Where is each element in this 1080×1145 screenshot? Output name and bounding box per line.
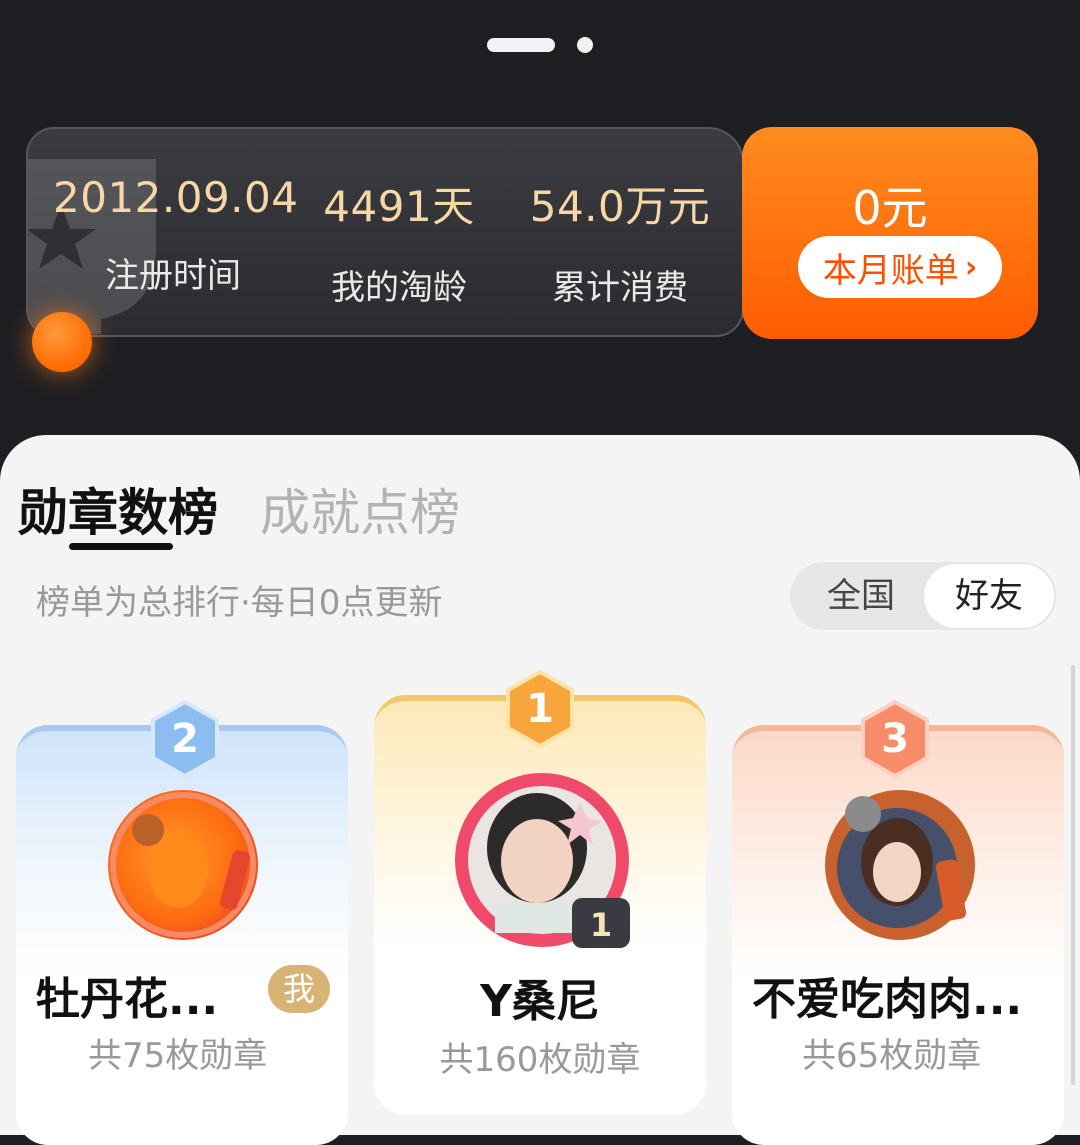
active-tab-indicator	[69, 543, 173, 550]
bill-amount: 0元	[852, 181, 928, 235]
scope-option-friends[interactable]: 好友	[924, 564, 1054, 628]
stat-value: 2012.09.04	[53, 173, 299, 222]
rank-2-count: 共75枚勋章	[88, 1036, 268, 1076]
rank-3-hex-badge: 3	[860, 699, 930, 779]
monthly-bill-button[interactable]: 本月账单 ›	[798, 236, 1002, 298]
page-indicator-active	[487, 38, 555, 52]
avatar[interactable]	[825, 790, 975, 940]
stat-label: 累计消费	[552, 268, 688, 308]
stat-value: 54.0万元	[529, 182, 711, 231]
avatar-frame-icon	[110, 792, 256, 938]
stat-register-date: 2012.09.04 注册时间	[53, 173, 299, 297]
stat-taobao-age: 4491天 我的淘龄	[304, 173, 494, 309]
me-badge: 我	[268, 965, 330, 1013]
avatar[interactable]	[108, 790, 258, 940]
rank-1-hex-badge: 1	[505, 669, 575, 749]
leaderboard-subtitle: 榜单为总排行·每日0点更新	[36, 583, 443, 623]
stat-value: 4491天	[323, 182, 475, 231]
rank-1-name: Y桑尼	[480, 976, 600, 1027]
stat-label: 注册时间	[105, 256, 241, 296]
page-indicator	[487, 37, 593, 53]
monthly-bill-label: 本月账单	[822, 250, 959, 291]
rank-number: 1	[526, 686, 554, 732]
stat-label: 我的淘龄	[331, 268, 467, 308]
monthly-bill-card[interactable]: 0元 本月账单 ›	[742, 127, 1038, 339]
rank-1-count: 共160枚勋章	[439, 1040, 641, 1080]
scope-switch[interactable]: 全国 好友	[790, 562, 1056, 630]
tab-medal-ranking[interactable]: 勋章数榜	[18, 473, 218, 545]
tab-achievement-ranking[interactable]: 成就点榜	[260, 473, 460, 545]
rank-2-hex-badge: 2	[150, 699, 220, 779]
rank-number: 3	[881, 716, 909, 762]
decor-orb	[32, 312, 92, 372]
avatar-frame-icon	[837, 796, 967, 928]
rank-3-name: 不爱吃肉肉...	[752, 974, 1023, 1025]
scrollbar[interactable]	[1071, 665, 1075, 1085]
stat-total-spend: 54.0万元 累计消费	[514, 173, 726, 309]
rank-3-count: 共65枚勋章	[802, 1036, 982, 1076]
scope-option-national[interactable]: 全国	[798, 562, 924, 630]
chevron-right-icon: ›	[964, 249, 978, 285]
rank-number: 2	[171, 716, 199, 762]
page-indicator-dot[interactable]	[577, 37, 593, 53]
account-stats-card: 2012.09.04 注册时间 4491天 我的淘龄 54.0万元 累计消费	[26, 127, 744, 337]
rank-2-name: 牡丹花...	[36, 974, 219, 1025]
avatar-level-badge: 1	[572, 898, 630, 948]
